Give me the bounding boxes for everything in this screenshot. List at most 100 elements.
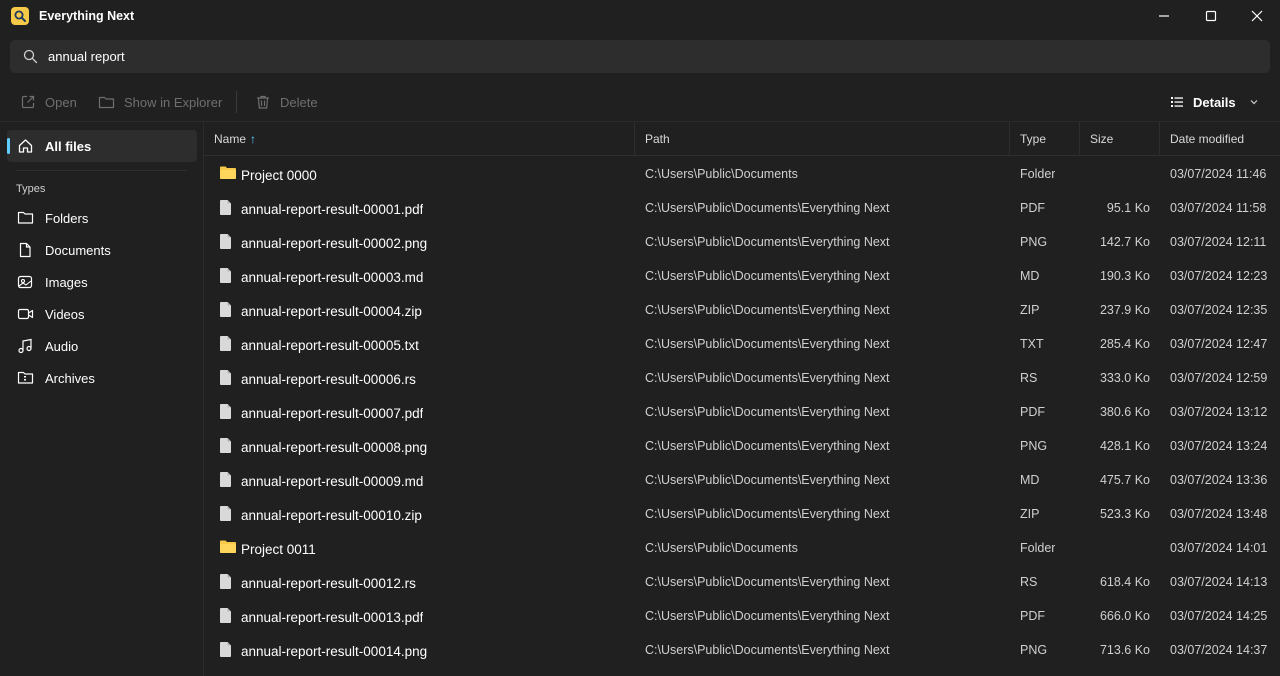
delete-label: Delete (280, 94, 318, 110)
toolbar-divider (236, 91, 237, 113)
table-row[interactable]: annual-report-result-00001.pdf C:\Users\P… (204, 191, 1280, 225)
column-header-size[interactable]: Size (1080, 122, 1160, 156)
cell-type: ZIP (1020, 507, 1040, 521)
file-icon (219, 437, 239, 455)
table-row[interactable]: annual-report-result-00006.rs C:\Users\Pu… (204, 361, 1280, 395)
cell-path: C:\Users\Public\Documents\Everything Nex… (645, 507, 890, 521)
cell-date-modified: 03/07/2024 14:13 (1170, 575, 1268, 589)
show-in-explorer-button[interactable]: Show in Explorer (98, 91, 222, 113)
cell-date-modified: 03/07/2024 12:11 (1170, 235, 1267, 249)
search-icon (23, 49, 38, 67)
table-row[interactable]: annual-report-result-00010.zip C:\Users\P… (204, 497, 1280, 531)
cell-path: C:\Users\Public\Documents\Everything Nex… (645, 201, 890, 215)
cell-size: 428.1 Ko (1099, 439, 1150, 453)
cell-date-modified: 03/07/2024 12:23 (1170, 269, 1268, 283)
column-header-date-modified[interactable]: Date modified (1160, 122, 1280, 156)
table-row[interactable]: annual-report-result-00002.png C:\Users\P… (204, 225, 1280, 259)
cell-date-modified: 03/07/2024 13:12 (1170, 405, 1268, 419)
delete-button[interactable]: Delete (255, 91, 318, 113)
sidebar-item-label: Archives (45, 371, 95, 386)
cell-name: annual-report-result-00013.pdf (241, 610, 424, 625)
sidebar-item-label: Images (45, 275, 88, 290)
cell-type: MD (1020, 473, 1040, 487)
cell-path: C:\Users\Public\Documents\Everything Nex… (645, 575, 890, 589)
cell-path: C:\Users\Public\Documents (645, 541, 798, 555)
cell-type: PDF (1020, 201, 1045, 215)
table-row[interactable]: annual-report-result-00008.png C:\Users\P… (204, 429, 1280, 463)
cell-name: annual-report-result-00012.rs (241, 576, 416, 591)
cell-name: annual-report-result-00001.pdf (241, 202, 424, 217)
cell-size: 237.9 Ko (1099, 303, 1150, 317)
cell-type: PDF (1020, 405, 1045, 419)
column-header-type[interactable]: Type (1010, 122, 1080, 156)
app-logo-icon (11, 7, 29, 25)
selection-indicator (7, 138, 10, 154)
file-icon (219, 573, 239, 591)
sidebar-item-label: Folders (45, 211, 89, 226)
table-row[interactable]: Project 0000 C:\Users\Public\Documents Fol… (204, 157, 1280, 191)
cell-size: 190.3 Ko (1099, 269, 1150, 283)
view-mode-dropdown[interactable]: Details (1170, 91, 1259, 113)
sort-ascending-icon: ↑ (250, 132, 257, 146)
cell-name: Project 0011 (241, 542, 316, 557)
cell-date-modified: 03/07/2024 14:01 (1170, 541, 1268, 555)
cell-name: annual-report-result-00010.zip (241, 508, 422, 523)
sidebar-item-images[interactable]: Images (7, 266, 197, 296)
cell-type: RS (1020, 371, 1038, 385)
cell-size: 523.3 Ko (1099, 507, 1150, 521)
table-row[interactable]: annual-report-result-00012.rs C:\Users\Pu… (204, 565, 1280, 599)
table-body: Project 0000 C:\Users\Public\Documents Fol… (204, 157, 1280, 667)
close-button[interactable] (1234, 0, 1280, 32)
folder-icon (219, 539, 239, 557)
cell-size: 475.7 Ko (1099, 473, 1150, 487)
file-table: Name ↑ Path Type Size Date modified Proje… (204, 122, 1280, 676)
sidebar-item-documents[interactable]: Documents (7, 234, 197, 264)
table-row[interactable]: annual-report-result-00014.png C:\Users\P… (204, 633, 1280, 667)
search-input[interactable] (48, 40, 1248, 73)
column-header-name[interactable]: Name ↑ (204, 122, 635, 156)
sidebar-item-label: Videos (45, 307, 85, 322)
open-external-icon (21, 95, 35, 109)
app-title: Everything Next (39, 9, 135, 23)
sidebar-item-videos[interactable]: Videos (7, 298, 197, 328)
file-icon (219, 301, 239, 319)
sidebar-item-audio[interactable]: Audio (7, 330, 197, 360)
file-icon (219, 607, 239, 625)
sidebar-divider (16, 170, 187, 171)
sidebar-types-heading: Types (16, 183, 46, 195)
cell-name: annual-report-result-00008.png (241, 440, 428, 455)
table-row[interactable]: annual-report-result-00004.zip C:\Users\P… (204, 293, 1280, 327)
cell-date-modified: 03/07/2024 13:24 (1170, 439, 1268, 453)
sidebar: All files Types Folders Documents Images… (0, 122, 204, 676)
chevron-down-icon (1250, 100, 1258, 105)
cell-type: RS (1020, 575, 1038, 589)
cell-size: 713.6 Ko (1099, 643, 1150, 657)
toolbar: Open Show in Explorer Delete Details (0, 82, 1280, 122)
cell-name: annual-report-result-00006.rs (241, 372, 416, 387)
cell-size: 95.1 Ko (1106, 201, 1150, 215)
cell-path: C:\Users\Public\Documents\Everything Nex… (645, 235, 890, 249)
table-row[interactable]: Project 0011 C:\Users\Public\Documents Fol… (204, 531, 1280, 565)
cell-name: annual-report-result-00009.md (241, 474, 424, 489)
table-row[interactable]: annual-report-result-00003.md C:\Users\Pu… (204, 259, 1280, 293)
cell-type: PNG (1020, 439, 1048, 453)
open-button[interactable]: Open (20, 91, 77, 113)
table-row[interactable]: annual-report-result-00013.pdf C:\Users\P… (204, 599, 1280, 633)
cell-size (1080, 531, 1150, 565)
minimize-button[interactable] (1141, 0, 1187, 32)
sidebar-item-all-files[interactable]: All files (7, 130, 197, 162)
sidebar-item-folders[interactable]: Folders (7, 202, 197, 232)
table-row[interactable]: annual-report-result-00005.txt C:\Users\P… (204, 327, 1280, 361)
maximize-button[interactable] (1188, 0, 1234, 32)
cell-size: 333.0 Ko (1099, 371, 1150, 385)
video-icon (17, 306, 34, 325)
table-row[interactable]: annual-report-result-00007.pdf C:\Users\P… (204, 395, 1280, 429)
column-header-path[interactable]: Path (635, 122, 1010, 156)
cell-path: C:\Users\Public\Documents\Everything Nex… (645, 609, 890, 623)
cell-date-modified: 03/07/2024 13:48 (1170, 507, 1268, 521)
cell-date-modified: 03/07/2024 12:47 (1170, 337, 1268, 351)
cell-size: 285.4 Ko (1099, 337, 1150, 351)
table-row[interactable]: annual-report-result-00009.md C:\Users\Pu… (204, 463, 1280, 497)
search-box[interactable] (10, 40, 1270, 73)
sidebar-item-archives[interactable]: Archives (7, 362, 197, 392)
